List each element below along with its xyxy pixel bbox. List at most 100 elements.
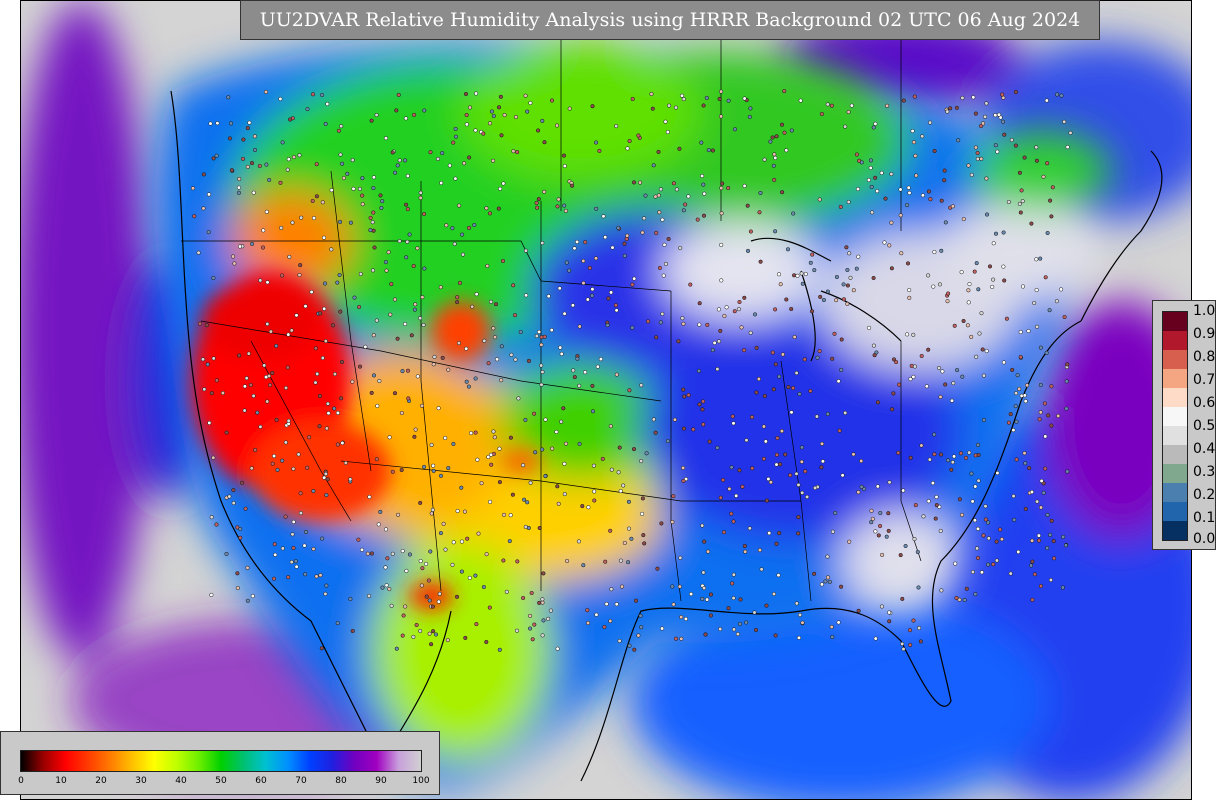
station-dot xyxy=(447,163,452,168)
station-dot xyxy=(543,417,548,422)
station-dot xyxy=(975,555,981,561)
station-dot xyxy=(231,501,236,506)
station-dot xyxy=(1043,275,1048,280)
station-dot xyxy=(1038,584,1043,589)
station-dot xyxy=(550,446,555,451)
station-dot xyxy=(814,414,819,419)
station-dot xyxy=(898,187,903,192)
station-dot xyxy=(367,494,372,499)
station-dot xyxy=(404,255,409,260)
station-dot xyxy=(540,447,545,452)
station-dot xyxy=(1064,379,1069,384)
station-dot xyxy=(400,633,405,638)
station-dot xyxy=(576,539,581,544)
station-dot xyxy=(667,103,672,108)
station-dot xyxy=(265,321,270,327)
station-dot xyxy=(383,527,389,532)
station-dot xyxy=(546,616,551,621)
station-dot xyxy=(757,210,762,215)
station-dot xyxy=(1036,538,1042,543)
station-dot xyxy=(777,531,782,536)
station-dot xyxy=(632,647,637,652)
station-dot xyxy=(495,357,500,362)
station-dot xyxy=(778,462,783,467)
station-dot xyxy=(983,504,988,509)
station-dot xyxy=(369,551,374,556)
station-dot xyxy=(583,240,588,245)
station-dot xyxy=(598,357,603,362)
station-dot xyxy=(942,178,947,183)
station-dot xyxy=(562,311,567,316)
station-dot xyxy=(412,112,417,117)
station-dot xyxy=(393,170,398,175)
station-dot xyxy=(413,427,418,432)
station-dot xyxy=(317,424,322,429)
station-dot xyxy=(841,282,846,287)
station-dot xyxy=(586,505,591,510)
station-dot xyxy=(243,506,248,511)
station-dot xyxy=(878,523,883,529)
station-dot xyxy=(1059,93,1064,98)
station-dot xyxy=(758,190,763,196)
station-dot xyxy=(1011,428,1016,433)
station-dot xyxy=(394,108,399,113)
station-dot xyxy=(963,455,969,460)
station-dot xyxy=(542,189,547,194)
station-dot xyxy=(435,156,441,161)
station-dot xyxy=(250,241,255,246)
station-dot xyxy=(299,215,304,220)
station-dot xyxy=(323,471,328,476)
station-dot xyxy=(773,229,778,234)
station-dot xyxy=(467,575,472,580)
station-dot xyxy=(561,406,566,411)
station-dot xyxy=(245,164,250,169)
station-dot xyxy=(466,384,471,389)
station-dot xyxy=(871,343,876,348)
station-dot xyxy=(789,306,794,312)
station-dot xyxy=(453,176,458,181)
station-dot xyxy=(825,102,830,107)
station-dot xyxy=(932,148,937,154)
station-dot xyxy=(556,501,561,506)
station-dot xyxy=(454,594,460,599)
station-dot xyxy=(715,445,720,450)
station-dot xyxy=(1032,300,1037,306)
station-dot xyxy=(548,608,553,613)
station-dot xyxy=(546,294,551,299)
station-dot xyxy=(426,578,431,583)
station-dot xyxy=(268,383,273,388)
station-dot xyxy=(557,286,562,291)
station-dot xyxy=(1048,532,1053,537)
station-dot xyxy=(976,452,981,458)
station-dot xyxy=(719,89,724,94)
station-dot xyxy=(305,107,310,112)
station-dot xyxy=(809,309,815,314)
station-dot xyxy=(577,441,582,446)
station-dot xyxy=(670,519,675,525)
station-dot xyxy=(224,551,229,556)
station-dot xyxy=(436,406,441,411)
station-dot xyxy=(900,641,905,646)
station-dot xyxy=(984,212,990,217)
station-dot xyxy=(535,205,540,210)
station-dot xyxy=(280,546,285,551)
station-dot xyxy=(1036,533,1041,538)
station-dot xyxy=(679,93,685,98)
station-dot xyxy=(766,476,771,482)
station-dot xyxy=(632,276,637,281)
station-dot xyxy=(492,435,497,440)
station-dot xyxy=(515,559,520,564)
station-dot xyxy=(1001,119,1006,124)
station-dot xyxy=(991,562,996,567)
station-dot xyxy=(463,635,468,640)
station-dot xyxy=(323,339,328,344)
humidity-legend-tick: 50 xyxy=(215,776,227,786)
station-dot xyxy=(1049,423,1054,428)
station-dot xyxy=(920,193,925,198)
station-dot xyxy=(489,462,494,467)
station-dot xyxy=(856,608,861,613)
station-dot xyxy=(581,281,586,286)
station-dot xyxy=(415,246,420,251)
station-dot xyxy=(1030,538,1035,543)
station-dot xyxy=(389,603,394,608)
